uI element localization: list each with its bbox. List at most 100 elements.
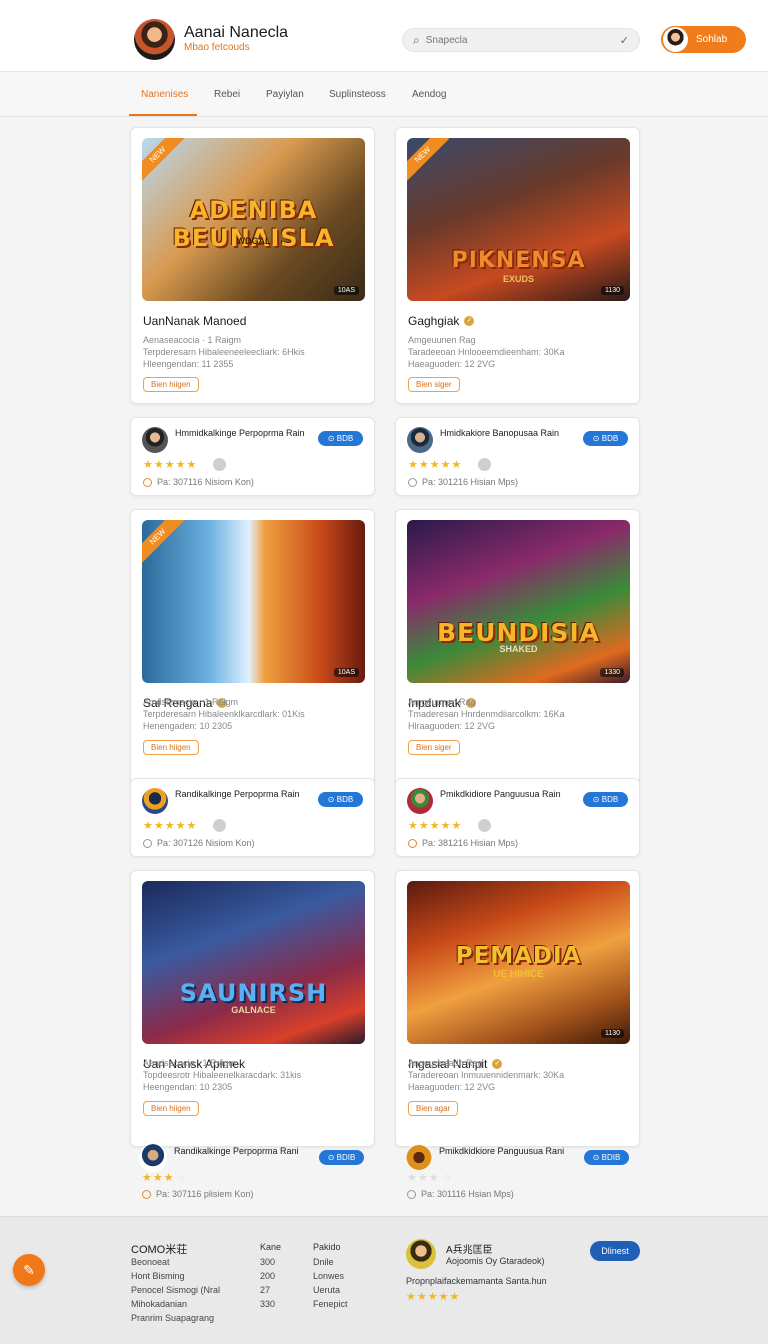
footer-user-handle: Aojoomis Oy Gtaradeok) (446, 1256, 545, 1266)
game-meta: Taradereoan Inmuuennidenmark: 30Ka (408, 1070, 565, 1080)
game-meta: Angeuonsadn Rag (408, 1058, 483, 1068)
footer-link[interactable]: Penocel Sismogi (Nral (131, 1285, 220, 1295)
tab-payiylan[interactable]: Payiylan (266, 89, 304, 100)
game-card[interactable]: PEMADIA UE HIHICE 1130 Ingasial Nanpit ✓ … (395, 870, 640, 1147)
game-badge: 10AS (333, 286, 359, 295)
game-meta: Topdeesrotr Hibaleenelkaracdark: 31kis (143, 1070, 302, 1080)
rating-info-icon[interactable] (213, 458, 226, 471)
developer-follow-button[interactable]: ⊙ BDB (318, 792, 363, 807)
developer-card[interactable]: Randikalkinge Perpoprma Rani ⊙ BDIB ★★★ … (130, 1138, 375, 1208)
play-button[interactable]: Bien agar (408, 1101, 459, 1116)
search-bar[interactable]: ⌕ Snapecla ✓ (402, 28, 640, 52)
footer-link[interactable]: Ueruta (313, 1285, 340, 1295)
tab-aendog[interactable]: Aendog (412, 89, 446, 100)
signin-label: Sohlab (696, 34, 728, 45)
developer-card[interactable]: Hmidkakiore Banopusaa Rain ⊙ BDB ★★★★★ P… (395, 417, 640, 496)
new-ribbon: NEW (142, 138, 185, 182)
developer-follow-button[interactable]: ⊙ BDB (583, 431, 628, 446)
developer-follow-button[interactable]: ⊙ BDB (583, 792, 628, 807)
footer-link[interactable]: Mihokadanian (131, 1299, 187, 1309)
developer-name[interactable]: Hmidkakiore Banopusaa Rain (440, 428, 575, 439)
developer-name[interactable]: Randikalkinge Perpoprma Rani (174, 1146, 309, 1157)
follow-icon: ⊙ (592, 434, 602, 443)
game-thumbnail[interactable]: SAUNIRSH GALNACE (142, 881, 365, 1044)
game-thumbnail[interactable]: NEW ADENIBA BEUNAISLA WDGAL 10AS (142, 138, 365, 301)
game-thumbnail[interactable]: BEUNDISIA SHAKED 1330 (407, 520, 630, 683)
footer-link[interactable]: Fenepict (313, 1299, 348, 1309)
developer-avatar[interactable] (142, 788, 168, 814)
tab-nanenises[interactable]: Nanenises (141, 89, 188, 100)
footer-link[interactable]: Hont Bisming (131, 1271, 185, 1281)
developer-name[interactable]: Pmikdkidiore Panguusua Rain (440, 789, 575, 800)
play-button[interactable]: Bien siger (408, 740, 460, 755)
developer-card[interactable]: Pmikdkidkiore Panguusua Rani ⊙ BDIB ★★★ … (395, 1138, 640, 1208)
follow-icon: ⊙ (327, 1153, 337, 1162)
star-rating: ★★★★★ (408, 820, 463, 832)
rating-info-icon[interactable] (478, 819, 491, 832)
footer-user-avatar[interactable] (406, 1239, 436, 1269)
game-title[interactable]: UanNanak Manoed (143, 314, 246, 328)
developer-avatar[interactable] (142, 427, 168, 453)
new-ribbon: NEW (407, 138, 450, 182)
game-meta: Terpderesarn Hibaleeneeleecliark: 6Hkis (143, 347, 305, 357)
play-button[interactable]: Bien siger (408, 377, 460, 392)
game-thumbnail[interactable]: NEW PIKNENSA EXUDS 1130 (407, 138, 630, 301)
developer-card[interactable]: Hmmidkalkinge Perpoprma Rain ⊙ BDB ★★★★★… (130, 417, 375, 496)
footer-title: COMO⽶荘 (131, 1244, 188, 1256)
game-title[interactable]: Gaghgiak ✓ (408, 314, 475, 328)
rating-info-icon[interactable] (478, 458, 491, 471)
follow-icon: ⊙ (592, 1153, 602, 1162)
game-meta: Amdsoscacia · 1 Raigm (143, 697, 239, 707)
voice-check-icon[interactable]: ✓ (620, 34, 629, 47)
game-logo-subtext: WDGAL (236, 236, 271, 246)
game-meta: Taradeeoan Hnlooeemdieenham: 30Ka (408, 347, 565, 357)
coin-icon (143, 838, 152, 848)
developer-follow-button[interactable]: ⊙ BDB (318, 431, 363, 446)
star-rating: ★★★★★ (143, 820, 198, 832)
edit-fab-button[interactable]: ✎ (13, 1254, 45, 1286)
game-thumbnail[interactable]: PEMADIA UE HIHICE 1130 (407, 881, 630, 1044)
footer-link[interactable]: Pranrim Suapagrang (131, 1313, 214, 1323)
footer-star-rating: ★★★★★ (406, 1291, 461, 1303)
footer-link[interactable]: Beonoeat (131, 1257, 170, 1267)
developer-avatar[interactable] (407, 788, 433, 814)
footer-user-name[interactable]: A兵兆匡⾂ (446, 1241, 493, 1256)
developer-name[interactable]: Randikalkinge Perpoprma Rain (175, 789, 310, 800)
game-thumbnail[interactable]: NEW 10AS (142, 520, 365, 683)
developer-name[interactable]: Hmmidkalkinge Perpoprma Rain (175, 428, 310, 439)
game-logo-subtext: SHAKED (499, 644, 538, 654)
footer-link[interactable]: Dnile (313, 1257, 334, 1267)
play-button[interactable]: Bien hiigen (143, 740, 199, 755)
developer-follow-button[interactable]: ⊙ BDIB (319, 1150, 364, 1165)
footer-value: 300 (260, 1257, 276, 1267)
tab-rebei[interactable]: Rebei (214, 89, 240, 100)
rating-info-icon[interactable] (213, 819, 226, 832)
developer-card[interactable]: Randikalkinge Perpoprma Rain ⊙ BDB ★★★★★… (130, 778, 375, 857)
play-button[interactable]: Bien hiigen (143, 1101, 199, 1116)
game-card[interactable]: BEUNDISIA SHAKED 1330 Inpdumak ✓ Amgeuune… (395, 509, 640, 786)
footer-follow-button[interactable]: Dlinest (590, 1241, 640, 1261)
brand-avatar[interactable] (134, 19, 175, 60)
search-input[interactable]: Snapecla (426, 35, 620, 46)
game-card[interactable]: NEW PIKNENSA EXUDS 1130 Gaghgiak ✓ Amgeuu… (395, 127, 640, 404)
tab-suplinsteoss[interactable]: Suplinsteoss (329, 89, 386, 100)
game-meta: Hleengendan: 11 2355 (143, 359, 234, 369)
developer-follow-button[interactable]: ⊙ BDIB (584, 1150, 629, 1165)
pencil-icon: ✎ (23, 1262, 35, 1278)
footer-link[interactable]: Lonwes (313, 1271, 344, 1281)
game-badge: 10AS (333, 668, 359, 677)
developer-name[interactable]: Pmikdkidkiore Panguusua Rani (439, 1146, 574, 1157)
game-card[interactable]: NEW 10AS Sai Rengana ✓ Amdsoscacia · 1 Ra… (130, 509, 375, 786)
developer-avatar[interactable] (407, 427, 433, 453)
developer-avatar[interactable] (139, 1144, 167, 1172)
game-card[interactable]: SAUNIRSH GALNACE Uan Nansk Apimek Aendse… (130, 870, 375, 1147)
developer-info: Pa: 307116 Nisiom Kon) (143, 477, 254, 487)
footer: COMO⽶荘 Beonoeat Hont Bisming Penocel Sis… (0, 1216, 768, 1344)
game-logo-text: PEMADIA (455, 943, 582, 969)
play-button[interactable]: Bien hiigen (143, 377, 199, 392)
developer-avatar[interactable] (404, 1144, 434, 1174)
developer-card[interactable]: Pmikdkidiore Panguusua Rain ⊙ BDB ★★★★★ … (395, 778, 640, 857)
signin-button[interactable]: Sohlab (661, 26, 746, 53)
game-card[interactable]: NEW ADENIBA BEUNAISLA WDGAL 10AS UanNana… (130, 127, 375, 404)
game-badge: 1130 (600, 286, 624, 295)
